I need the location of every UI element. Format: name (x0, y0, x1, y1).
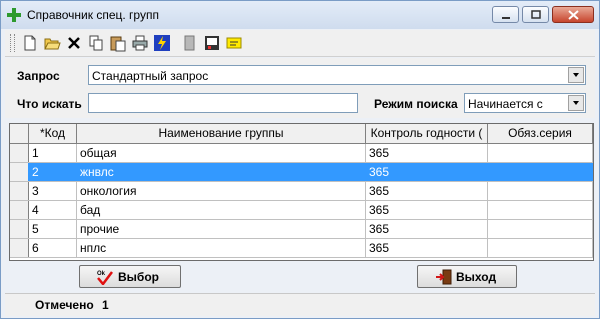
note-icon[interactable] (225, 34, 243, 52)
cell-control: 365 (366, 163, 488, 181)
save-icon[interactable] (181, 34, 199, 52)
header-name[interactable]: Наименование группы (77, 124, 366, 143)
select-button-label: Выбор (118, 270, 159, 284)
row-indicator (10, 144, 29, 162)
query-dropdown-button[interactable] (568, 67, 584, 83)
window: Справочник спец. групп Запрос Стандартны… (0, 0, 600, 319)
row-indicator (10, 201, 29, 219)
search-mode-select[interactable]: Начинается с (464, 93, 586, 113)
window-title: Справочник спец. групп (27, 8, 159, 22)
search-input[interactable] (88, 93, 358, 113)
cell-name: общая (77, 144, 366, 162)
search-mode-label: Режим поиска (374, 97, 458, 111)
chevron-down-icon (573, 73, 579, 77)
search-label: Что искать (17, 97, 82, 111)
cell-control: 365 (366, 201, 488, 219)
toolbar-grip[interactable] (10, 34, 15, 52)
paste-icon[interactable] (109, 34, 127, 52)
cell-series (488, 239, 593, 257)
app-icon (7, 8, 21, 22)
close-button[interactable] (552, 6, 594, 23)
query-value: Стандартный запрос (92, 69, 209, 83)
row-indicator (10, 239, 29, 257)
toolbar (5, 30, 595, 57)
exit-button-label: Выход (456, 270, 497, 284)
select-button[interactable]: Ok Выбор (79, 265, 181, 288)
table-row[interactable]: 3 онкология 365 (10, 182, 593, 201)
cell-code: 2 (29, 163, 77, 181)
preview-icon[interactable] (203, 34, 221, 52)
filter-panel: Запрос Стандартный запрос Что искать Реж… (5, 58, 595, 118)
new-icon[interactable] (21, 34, 39, 52)
search-mode-dropdown-button[interactable] (568, 95, 584, 111)
svg-text:Ok: Ok (97, 271, 106, 277)
cell-name: онкология (77, 182, 366, 200)
cell-control: 365 (366, 144, 488, 162)
table-row[interactable]: 4 бад 365 (10, 201, 593, 220)
row-indicator (10, 163, 29, 181)
query-label: Запрос (17, 69, 60, 83)
status-bar: Отмечено 1 (5, 293, 595, 316)
cell-code: 1 (29, 144, 77, 162)
row-indicator (10, 220, 29, 238)
marked-label: Отмечено (35, 298, 94, 312)
marked-count: 1 (102, 298, 109, 312)
table-header: *Код Наименование группы Контроль годнос… (10, 124, 593, 144)
maximize-icon (531, 10, 541, 19)
groups-table[interactable]: *Код Наименование группы Контроль годнос… (9, 123, 594, 261)
title-bar[interactable]: Справочник спец. групп (1, 1, 599, 29)
close-icon (568, 10, 579, 20)
cell-name: бад (77, 201, 366, 219)
table-row[interactable]: 6 нплс 365 (10, 239, 593, 258)
print-icon[interactable] (131, 34, 149, 52)
search-mode-value: Начинается с (468, 97, 543, 111)
cell-control: 365 (366, 239, 488, 257)
header-code[interactable]: *Код (29, 124, 77, 143)
row-indicator (10, 182, 29, 200)
minimize-icon (502, 17, 510, 19)
cell-series (488, 163, 593, 181)
cell-control: 365 (366, 182, 488, 200)
cell-name: прочие (77, 220, 366, 238)
exit-button[interactable]: Выход (417, 265, 517, 288)
cell-control: 365 (366, 220, 488, 238)
cell-code: 5 (29, 220, 77, 238)
table-row[interactable]: 1 общая 365 (10, 144, 593, 163)
chevron-down-icon (573, 101, 579, 105)
cell-series (488, 182, 593, 200)
delete-icon[interactable] (65, 34, 83, 52)
minimize-button[interactable] (492, 6, 519, 23)
query-select[interactable]: Стандартный запрос (88, 65, 586, 85)
cell-series (488, 201, 593, 219)
header-series[interactable]: Обяз.серия (488, 124, 593, 143)
table-row-selected[interactable]: 2 жнвлс 365 (10, 163, 593, 182)
flash-icon[interactable] (153, 34, 171, 52)
cell-series (488, 220, 593, 238)
cell-code: 4 (29, 201, 77, 219)
exit-door-icon (436, 269, 452, 285)
maximize-button[interactable] (522, 6, 549, 23)
cell-series (488, 144, 593, 162)
cell-name: нплс (77, 239, 366, 257)
cell-name: жнвлс (77, 163, 366, 181)
cell-code: 3 (29, 182, 77, 200)
copy-icon[interactable] (87, 34, 105, 52)
header-indicator (10, 124, 29, 143)
header-control[interactable]: Контроль годности ( (366, 124, 488, 143)
table-row[interactable]: 5 прочие 365 (10, 220, 593, 239)
ok-check-icon: Ok (97, 271, 113, 285)
cell-code: 6 (29, 239, 77, 257)
open-icon[interactable] (43, 34, 61, 52)
